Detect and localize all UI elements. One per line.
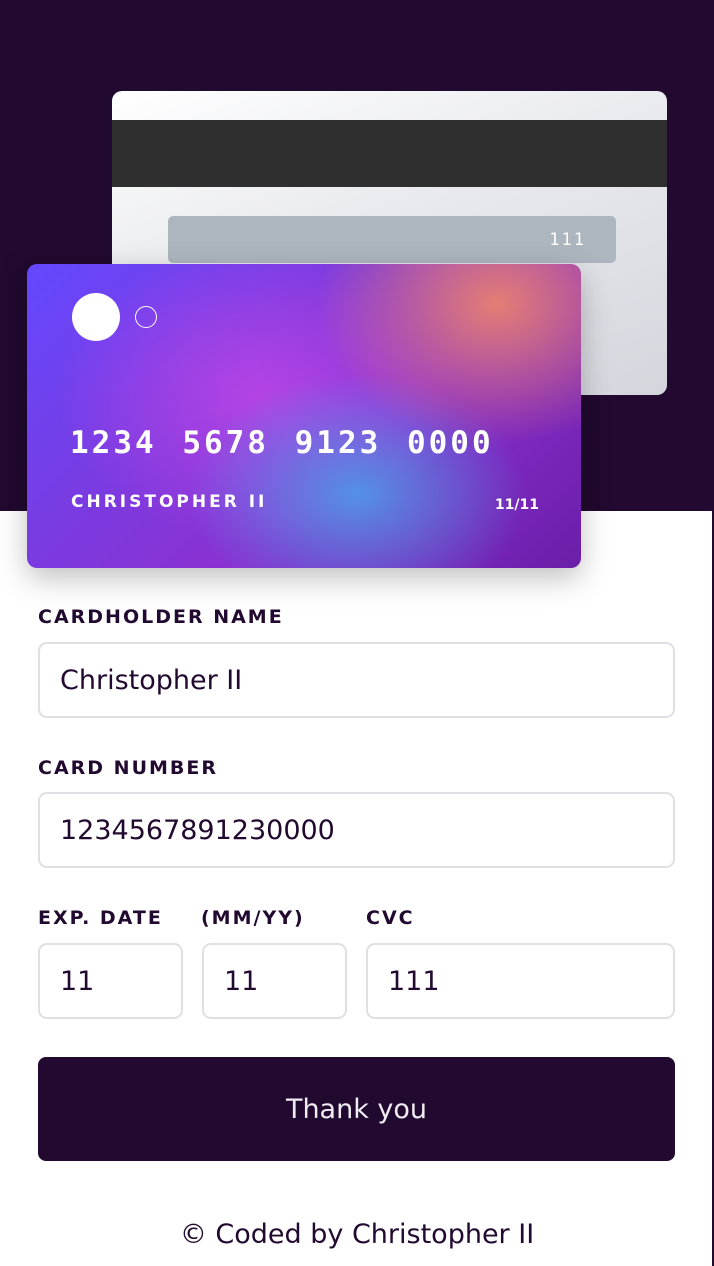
cardholder-name-input[interactable] xyxy=(38,642,675,718)
cvc-input[interactable] xyxy=(366,943,675,1019)
footer-credit: © Coded by Christopher II xyxy=(179,1219,535,1250)
submit-button[interactable]: Thank you xyxy=(38,1057,675,1161)
card-logo-circle-filled-icon xyxy=(72,293,120,341)
card-front: 1234 5678 9123 0000 CHRISTOPHER II 11/11 xyxy=(27,264,581,568)
card-number-input[interactable] xyxy=(38,792,675,868)
cardholder-name-label: CARDHOLDER NAME xyxy=(38,606,284,628)
card-number-label: CARD NUMBER xyxy=(38,757,218,779)
exp-month-input[interactable] xyxy=(38,943,183,1019)
card-front-expiry: 11/11 xyxy=(494,497,539,513)
card-front-name: CHRISTOPHER II xyxy=(71,492,268,512)
exp-format-label: (MM/YY) xyxy=(201,907,305,929)
signature-strip: 111 xyxy=(168,216,616,263)
exp-date-label: EXP. DATE xyxy=(38,907,163,929)
card-back-cvc: 111 xyxy=(549,230,586,250)
cvc-label: CVC xyxy=(366,907,415,929)
exp-year-input[interactable] xyxy=(202,943,347,1019)
card-front-number: 1234 5678 9123 0000 xyxy=(70,425,494,461)
magnetic-stripe xyxy=(112,120,667,187)
card-logo-circle-outline-icon xyxy=(135,306,157,328)
